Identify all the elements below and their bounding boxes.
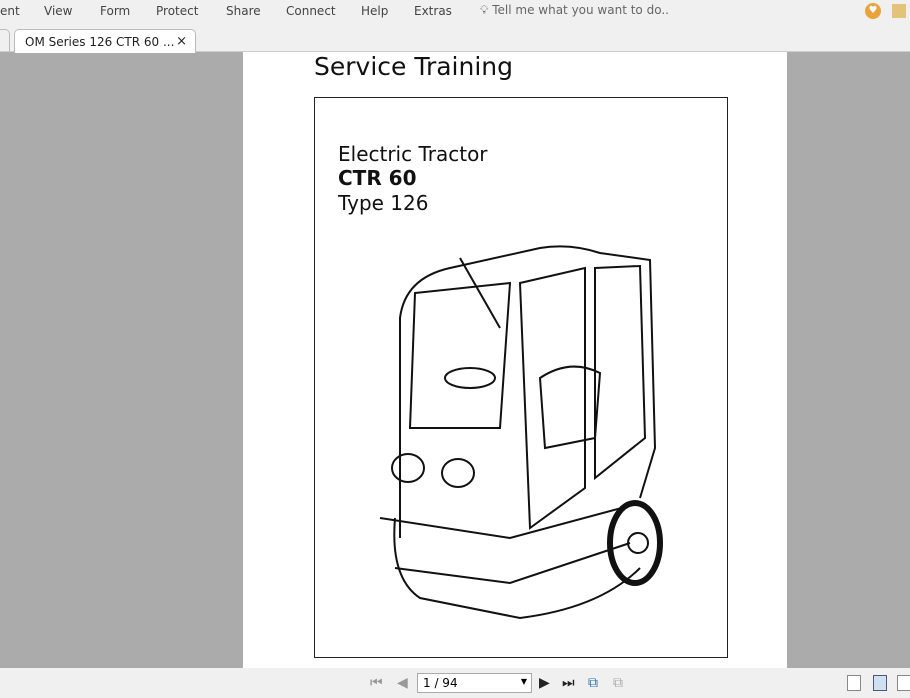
first-page-icon[interactable]: ⏮ xyxy=(370,675,383,691)
menu-extras[interactable]: Extras xyxy=(414,4,452,18)
tractor-illustration xyxy=(379,245,663,620)
menu-form[interactable]: Form xyxy=(100,4,130,18)
menu-help[interactable]: Help xyxy=(361,4,388,18)
chevron-down-icon[interactable]: ▼ xyxy=(521,677,527,686)
facing-view-icon[interactable] xyxy=(897,675,910,691)
folder-search-icon[interactable] xyxy=(892,4,906,18)
last-page-icon[interactable]: ⏭ xyxy=(562,675,575,691)
subtitle: Electric Tractor xyxy=(338,142,488,166)
tab-document[interactable]: OM Series 126 CTR 60 ... × xyxy=(14,29,196,53)
menu-document[interactable]: ent xyxy=(0,4,20,18)
next-page-icon[interactable]: ▶ xyxy=(539,675,550,691)
menu-share[interactable]: Share xyxy=(226,4,261,18)
tab-bar: OM Series 126 CTR 60 ... × xyxy=(0,25,910,53)
cover-frame: Electric Tractor CTR 60 Type 126 xyxy=(314,97,728,658)
heart-icon[interactable]: ♥ xyxy=(865,3,881,19)
lightbulb-icon: 💡︎ xyxy=(480,3,489,17)
tab-label: OM Series 126 CTR 60 ... xyxy=(25,35,175,49)
page-header: Service Training xyxy=(314,52,513,81)
tell-me-placeholder: Tell me what you want to do.. xyxy=(492,3,669,17)
close-tab-icon[interactable]: × xyxy=(176,34,187,49)
menu-connect[interactable]: Connect xyxy=(286,4,336,18)
document-page: Service Training Electric Tractor CTR 60… xyxy=(243,52,787,668)
previous-view-icon[interactable]: ⧉ xyxy=(588,675,598,691)
menu-protect[interactable]: Protect xyxy=(156,4,198,18)
page-number-input[interactable]: 1 / 94 ▼ xyxy=(417,673,532,693)
model-title: CTR 60 xyxy=(338,166,417,190)
next-view-icon[interactable]: ⧉ xyxy=(613,675,623,691)
previous-page-icon[interactable]: ◀ xyxy=(397,675,408,691)
tab-previous[interactable] xyxy=(0,29,10,53)
single-page-view-icon[interactable] xyxy=(847,675,861,691)
continuous-view-icon[interactable] xyxy=(873,675,887,691)
menu-view[interactable]: View xyxy=(44,4,72,18)
tell-me-search[interactable]: 💡︎ Tell me what you want to do.. xyxy=(480,3,669,18)
page-number: 1 / 94 xyxy=(423,676,458,690)
menu-bar: ent View Form Protect Share Connect Help… xyxy=(0,0,910,25)
type-label: Type 126 xyxy=(338,191,429,215)
